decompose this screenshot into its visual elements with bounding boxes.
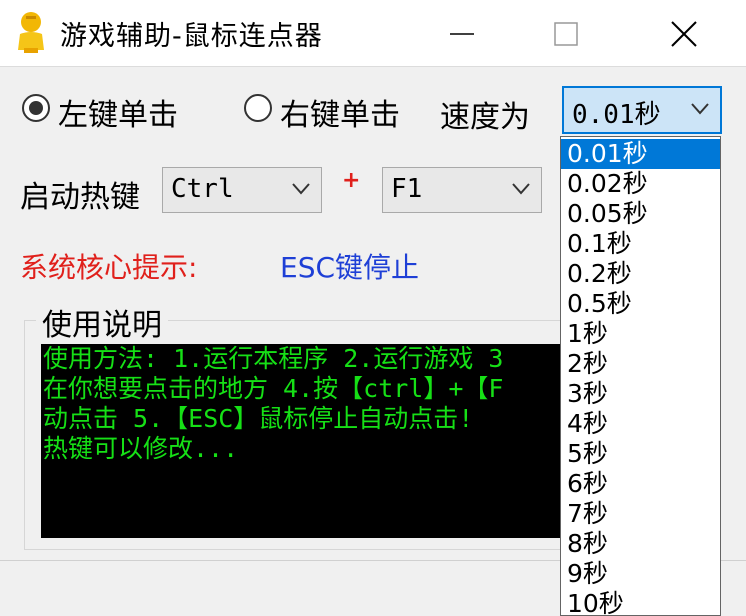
console-line: 在你想要点击的地方 4.按【ctrl】+【F [43,374,504,403]
speed-option[interactable]: 7秒 [561,499,720,529]
speed-option[interactable]: 0.2秒 [561,259,720,289]
hotkey-modifier-select[interactable]: Ctrl [162,167,322,213]
hotkey-modifier-value: Ctrl [171,174,234,204]
instructions-title: 使用说明 [36,300,168,344]
speed-option[interactable]: 0.5秒 [561,289,720,319]
radio-selected-dot [29,101,43,115]
console-line: 动点击 5.【ESC】鼠标停止自动点击! [43,404,474,433]
title-bar: 游戏辅助-鼠标连点器 [0,0,746,67]
speed-option[interactable]: 0.01秒 [561,139,720,169]
window-title: 游戏辅助-鼠标连点器 [60,21,323,52]
speed-selected-value: 0.01秒 [572,100,661,130]
app-icon [18,12,44,53]
right-click-radio[interactable] [244,94,272,122]
chevron-down-icon [512,183,530,195]
right-click-label[interactable]: 右键单击 [280,90,400,134]
left-click-radio[interactable] [22,94,50,122]
speed-option[interactable]: 1秒 [561,319,720,349]
hint-label: 系统核心提示: [20,251,198,284]
chevron-down-icon [691,103,709,115]
hotkey-key-select[interactable]: F1 [382,167,542,213]
speed-option[interactable]: 2秒 [561,349,720,379]
instructions-console: 使用方法: 1.运行本程序 2.运行游戏 3 在你想要点击的地方 4.按【ctr… [41,344,581,538]
speed-option[interactable]: 10秒 [561,589,720,615]
speed-option[interactable]: 0.05秒 [561,199,720,229]
close-icon [671,21,697,47]
speed-option[interactable]: 6秒 [561,469,720,499]
speed-label: 速度为 [440,100,530,135]
close-button[interactable] [644,0,724,66]
hint-value: ESC键停止 [280,251,420,284]
speed-option[interactable]: 0.1秒 [561,229,720,259]
minimize-button[interactable] [422,0,502,66]
hotkey-key-value: F1 [391,174,423,204]
speed-option[interactable]: 0.02秒 [561,169,720,199]
speed-option[interactable]: 8秒 [561,529,720,559]
console-line: 使用方法: 1.运行本程序 2.运行游戏 3 [43,344,504,373]
speed-option[interactable]: 3秒 [561,379,720,409]
hotkey-plus: + [342,168,361,193]
speed-option[interactable]: 5秒 [561,439,720,469]
speed-select[interactable]: 0.01秒 [562,86,722,134]
chevron-down-icon [292,183,310,195]
minimize-icon [450,33,474,35]
speed-option[interactable]: 4秒 [561,409,720,439]
left-click-label[interactable]: 左键单击 [58,90,178,134]
console-line: 热键可以修改... [43,434,239,463]
hotkey-label: 启动热键 [20,180,140,215]
maximize-button[interactable] [527,0,607,66]
speed-option[interactable]: 9秒 [561,559,720,589]
maximize-icon [554,22,578,46]
speed-dropdown-list[interactable]: 0.01秒 0.02秒 0.05秒 0.1秒 0.2秒 0.5秒 1秒 2秒 3… [560,136,721,616]
